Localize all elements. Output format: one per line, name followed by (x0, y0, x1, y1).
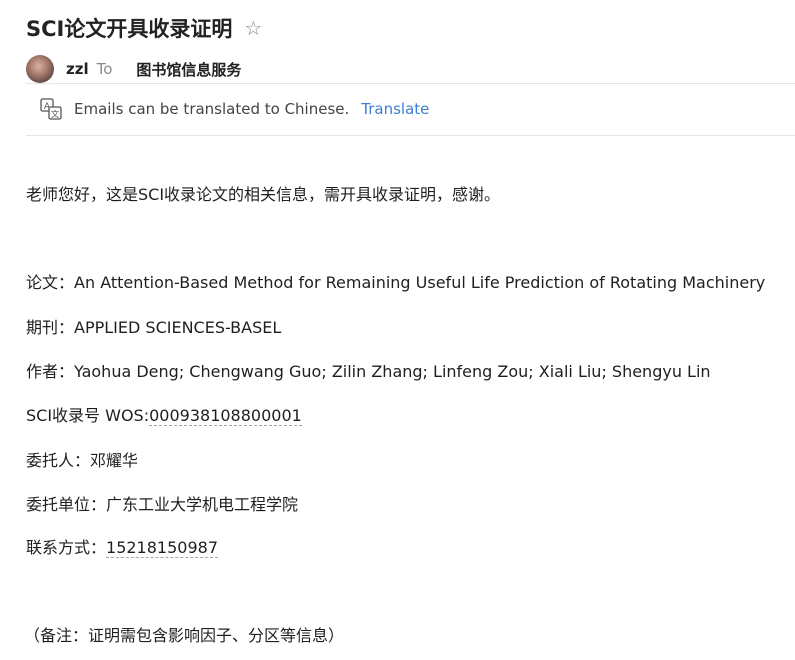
contact-label: 联系方式： (26, 538, 107, 557)
translate-icon: A 文 (40, 98, 62, 120)
translate-bar: A 文 Emails can be translated to Chinese.… (40, 96, 429, 122)
unit-name: 广东工业大学机电工程学院 (106, 495, 299, 514)
sci-number[interactable]: 000938108800001 (149, 406, 302, 426)
authors-label: 作者： (26, 362, 75, 381)
greeting-line: 老师您好，这是SCI收录论文的相关信息，需开具收录证明，感谢。 (26, 185, 501, 204)
avatar[interactable] (26, 55, 54, 83)
paper-label: 论文： (26, 273, 75, 292)
recipient-name[interactable]: 图书馆信息服务 (136, 59, 241, 80)
subject-row: SCI论文开具收录证明 ☆ (26, 12, 262, 44)
translate-divider (26, 135, 795, 136)
sender-name[interactable]: zzl (66, 60, 89, 78)
sender-row: zzl To 图书馆信息服务 (26, 54, 241, 84)
contact-phone[interactable]: 15218150987 (106, 538, 218, 558)
client-label: 委托人： (26, 451, 91, 470)
translate-link[interactable]: Translate (361, 100, 429, 118)
translate-message: Emails can be translated to Chinese. (74, 100, 350, 118)
authors-list: Yaohua Deng; Chengwang Guo; Zilin Zhang;… (74, 362, 711, 381)
unit-label: 委托单位： (26, 495, 107, 514)
sci-line: SCI收录号 WOS:000938108800001 (26, 402, 302, 426)
authors-line: 作者：Yaohua Deng; Chengwang Guo; Zilin Zha… (26, 358, 711, 382)
paper-line: 论文：An Attention-Based Method for Remaini… (26, 269, 765, 293)
svg-text:文: 文 (51, 109, 60, 120)
star-icon[interactable]: ☆ (244, 18, 262, 38)
journal-name: APPLIED SCIENCES-BASEL (74, 318, 282, 337)
header-divider (26, 83, 795, 84)
sci-label: SCI收录号 WOS: (26, 406, 150, 425)
journal-line: 期刊：APPLIED SCIENCES-BASEL (26, 314, 281, 338)
paper-title: An Attention-Based Method for Remaining … (74, 273, 766, 292)
contact-line: 联系方式：15218150987 (26, 534, 218, 558)
note-line: （备注：证明需包含影响因子、分区等信息） (24, 626, 345, 645)
journal-label: 期刊： (26, 318, 75, 337)
to-label: To (96, 60, 113, 78)
client-line: 委托人：邓耀华 (26, 447, 138, 471)
email-subject: SCI论文开具收录证明 (26, 17, 233, 41)
unit-line: 委托单位：广东工业大学机电工程学院 (26, 491, 298, 515)
client-name: 邓耀华 (90, 451, 139, 470)
